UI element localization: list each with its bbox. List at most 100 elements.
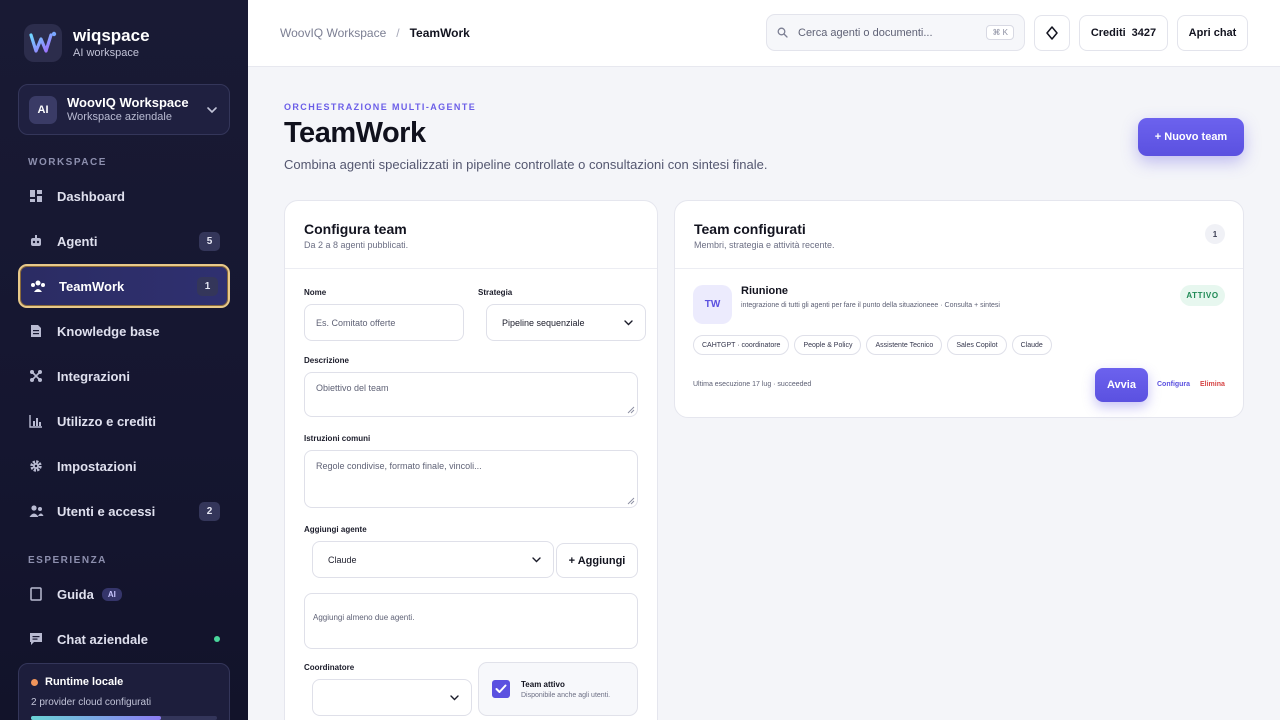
section-label-workspace: WORKSPACE (28, 157, 107, 168)
ai-tag: AI (101, 587, 122, 601)
team-active-checkbox[interactable] (492, 680, 510, 698)
workspace-name: WoovIQ Workspace (67, 94, 189, 110)
search-input[interactable]: Cerca agenti o documenti... ⌘ K (766, 14, 1025, 51)
credits-button[interactable]: Crediti 3427 (1079, 15, 1168, 51)
nav-label: Integrazioni (57, 368, 130, 384)
open-chat-button[interactable]: Apri chat (1177, 15, 1248, 51)
breadcrumb: WoovIQ Workspace / TeamWork (280, 26, 470, 40)
check-icon (495, 684, 507, 693)
add-agent-select[interactable]: Claude (312, 541, 554, 578)
runtime-title-text: Runtime locale (45, 676, 124, 688)
nav-label: TeamWork (59, 278, 125, 294)
nav-item-impostazioni[interactable]: Impostazioni (18, 444, 230, 488)
nav-item-utilizzo-crediti[interactable]: Utilizzo e crediti (18, 399, 230, 443)
chevron-down-icon (532, 557, 541, 563)
workspace-selector[interactable]: AI WoovIQ Workspace Workspace aziendale (18, 84, 230, 135)
instructions-placeholder: Regole condivise, formato finale, vincol… (316, 461, 482, 471)
page-subtitle: Combina agenti specializzati in pipeline… (284, 157, 768, 172)
wiqspace-logo-icon (24, 24, 62, 62)
description-field[interactable]: Obiettivo del team (304, 372, 638, 417)
strategy-select[interactable]: Pipeline sequenziale (486, 304, 646, 341)
nav-item-guida[interactable]: Guida AI (18, 572, 230, 616)
gear-icon (28, 458, 44, 474)
team-description: integrazione di tutti gli agenti per far… (741, 302, 1000, 309)
runtime-progress-fill (31, 716, 162, 720)
brand-name: wiqspace (73, 26, 150, 45)
teamwork-count-badge: 1 (197, 276, 218, 296)
runtime-subtitle: 2 provider cloud configurati (31, 697, 152, 708)
theme-toggle-button[interactable] (1034, 15, 1070, 51)
agents-list-field[interactable]: Aggiungi almeno due agenti. (304, 593, 638, 649)
member-chip: Assistente Tecnico (866, 335, 943, 355)
sidebar: wiqspace AI workspace AI WoovIQ Workspac… (0, 0, 248, 720)
new-team-button[interactable]: + Nuovo team (1138, 118, 1244, 156)
nav-item-chat-aziendale[interactable]: Chat aziendale (18, 617, 230, 661)
instructions-field[interactable]: Regole condivise, formato finale, vincol… (304, 450, 638, 508)
credits-value: 3427 (1131, 27, 1157, 39)
configure-team-header: Configura team Da 2 a 8 agenti pubblicat… (285, 201, 657, 269)
nav-item-dashboard[interactable]: Dashboard (18, 174, 230, 218)
nav-item-utenti-accessi[interactable]: Utenti e accessi 2 (18, 489, 230, 533)
team-avatar: TW (693, 285, 732, 324)
run-team-button[interactable]: Avvia (1095, 368, 1148, 402)
name-label: Nome (304, 288, 327, 297)
nav-label: Guida (57, 586, 94, 602)
add-agent-button[interactable]: + Aggiungi (556, 543, 638, 578)
topbar: WoovIQ Workspace / TeamWork Cerca agenti… (248, 0, 1280, 67)
last-run-info: Ultima esecuzione 17 lug · succeeded (693, 381, 812, 388)
configure-team-subtitle: Da 2 a 8 agenti pubblicati. (304, 240, 409, 250)
search-icon (777, 27, 788, 38)
nav-label: Knowledge base (57, 323, 160, 339)
teams-count-badge: 1 (1205, 224, 1225, 244)
resize-handle-icon[interactable] (627, 497, 635, 505)
search-shortcut: ⌘ K (986, 25, 1014, 40)
runtime-status-card[interactable]: Runtime locale 2 provider cloud configur… (18, 663, 230, 720)
nav-item-integrazioni[interactable]: Integrazioni (18, 354, 230, 398)
nav-label: Impostazioni (57, 458, 137, 474)
nav-item-knowledge-base[interactable]: Knowledge base (18, 309, 230, 353)
configured-teams-title: Team configurati (694, 221, 806, 237)
chevron-down-icon (624, 320, 633, 326)
status-badge: ATTIVO (1180, 285, 1225, 306)
agents-count-badge: 5 (199, 231, 220, 251)
nav-item-teamwork[interactable]: TeamWork 1 (18, 264, 230, 308)
nav-label: Dashboard (57, 188, 125, 204)
nav-label: Agenti (57, 233, 98, 249)
strategy-value: Pipeline sequenziale (502, 317, 585, 328)
chevron-down-icon (207, 106, 217, 113)
brand[interactable]: wiqspace AI workspace (24, 24, 150, 62)
runtime-status-dot (31, 678, 38, 686)
delete-team-link[interactable]: Elimina (1200, 381, 1225, 388)
runtime-title: Runtime locale (31, 676, 217, 688)
member-chip: CAHTGPT · coordinatore (693, 335, 790, 355)
workspace-avatar: AI (29, 95, 57, 124)
breadcrumb-current: TeamWork (409, 26, 470, 40)
configured-teams-card: Team configurati Membri, strategia e att… (674, 200, 1244, 418)
coordinator-select[interactable] (312, 679, 472, 716)
team-icon (30, 278, 46, 294)
configure-team-link[interactable]: Configura (1157, 381, 1190, 388)
member-chip: Claude (1011, 335, 1052, 355)
workspace-subtitle: Workspace aziendale (67, 110, 172, 123)
nav-item-agenti[interactable]: Agenti 5 (18, 219, 230, 263)
document-icon (28, 323, 44, 339)
nav-label: Utenti e accessi (57, 503, 156, 519)
team-name: Riunione (741, 285, 789, 297)
team-members: CAHTGPT · coordinatore People & Policy A… (693, 335, 1057, 355)
description-placeholder: Obiettivo del team (316, 383, 389, 393)
coordinator-label: Coordinatore (304, 663, 355, 672)
configure-team-title: Configura team (304, 221, 407, 237)
integrations-icon (28, 368, 44, 384)
brand-subtitle: AI workspace (73, 47, 140, 59)
resize-handle-icon[interactable] (627, 406, 635, 414)
name-field[interactable]: Es. Comitato offerte (304, 304, 464, 341)
name-placeholder: Es. Comitato offerte (316, 317, 396, 328)
experience-nav: Guida AI Chat aziendale (18, 572, 230, 662)
chevron-down-icon (450, 695, 459, 701)
chat-icon (28, 631, 44, 647)
users-icon (28, 503, 44, 519)
team-active-toggle[interactable]: Team attivo Disponibile anche agli utent… (478, 662, 638, 716)
agents-list-placeholder: Aggiungi almeno due agenti. (313, 613, 415, 622)
breadcrumb-root[interactable]: WoovIQ Workspace (280, 26, 386, 40)
dashboard-icon (28, 188, 44, 204)
